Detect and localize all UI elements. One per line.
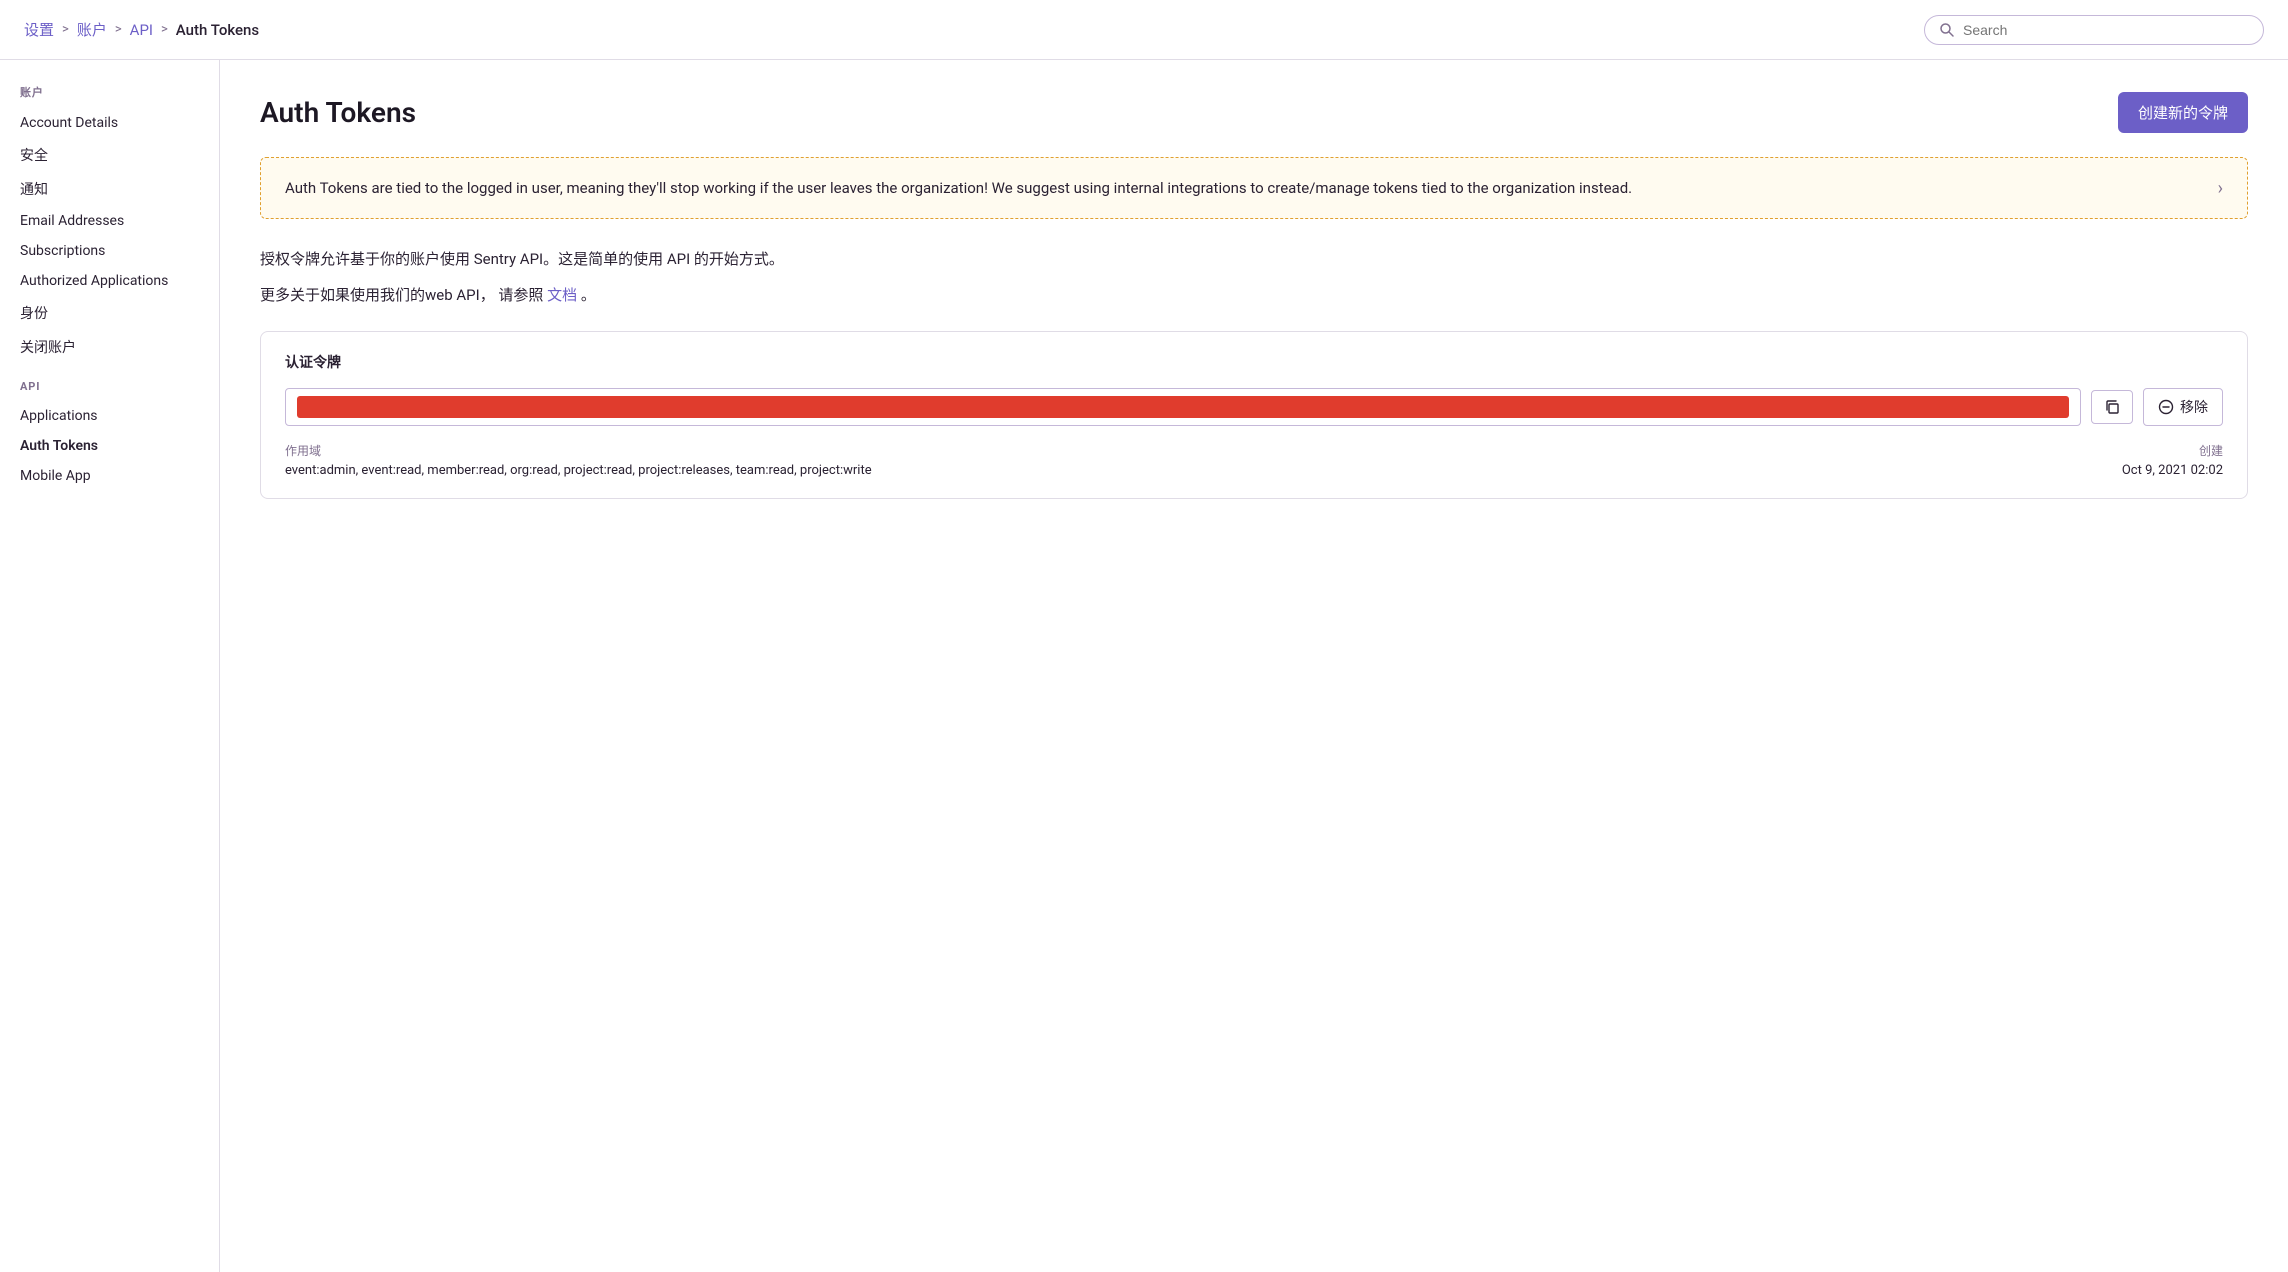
sidebar-item-authorized-applications[interactable]: Authorized Applications (0, 266, 219, 296)
search-input[interactable] (1963, 22, 2249, 38)
page-title: Auth Tokens (260, 96, 416, 129)
alert-chevron-icon: › (2218, 178, 2223, 199)
created-label: 创建 (2122, 442, 2223, 459)
scope-label: 作用域 (285, 442, 872, 459)
remove-icon (2158, 399, 2174, 415)
token-created-section: 创建 Oct 9, 2021 02:02 (2122, 442, 2223, 478)
main-content: Auth Tokens 创建新的令牌 Auth Tokens are tied … (220, 60, 2288, 1272)
breadcrumb-sep-2: > (115, 22, 122, 37)
remove-label: 移除 (2180, 397, 2208, 417)
docs-link[interactable]: 文档 (547, 286, 577, 304)
description-line2-suffix: 。 (581, 286, 596, 304)
token-card: 认证令牌 移除 (260, 331, 2248, 499)
sidebar-item-email-addresses[interactable]: Email Addresses (0, 206, 219, 236)
sidebar-item-account-details[interactable]: Account Details (0, 108, 219, 138)
breadcrumb: 设置 > 账户 > API > Auth Tokens (24, 19, 259, 40)
alert-text: Auth Tokens are tied to the logged in us… (285, 176, 2206, 200)
sidebar-item-identity[interactable]: 身份 (0, 296, 219, 330)
description-line2: 更多关于如果使用我们的web API， 请参照 文档 。 (260, 283, 2248, 307)
search-bar[interactable] (1924, 15, 2264, 45)
breadcrumb-sep-1: > (62, 22, 69, 37)
search-icon (1939, 22, 1955, 38)
sidebar-item-notifications[interactable]: 通知 (0, 172, 219, 206)
token-card-title: 认证令牌 (285, 352, 2223, 372)
breadcrumb-auth-tokens: Auth Tokens (176, 21, 259, 39)
sidebar-item-subscriptions[interactable]: Subscriptions (0, 236, 219, 266)
breadcrumb-settings[interactable]: 设置 (24, 19, 54, 40)
breadcrumb-sep-3: > (161, 22, 168, 37)
breadcrumb-account[interactable]: 账户 (77, 19, 107, 40)
description-line1: 授权令牌允许基于你的账户使用 Sentry API。这是简单的使用 API 的开… (260, 247, 2248, 271)
sidebar-item-close-account[interactable]: 关闭账户 (0, 330, 219, 364)
top-bar: 设置 > 账户 > API > Auth Tokens (0, 0, 2288, 60)
sidebar-item-applications[interactable]: Applications (0, 401, 219, 431)
token-input[interactable] (285, 388, 2081, 426)
copy-icon (2104, 399, 2120, 415)
sidebar-item-mobile-app[interactable]: Mobile App (0, 461, 219, 491)
token-scope-section: 作用域 event:admin, event:read, member:read… (285, 442, 872, 478)
token-row: 移除 (285, 388, 2223, 426)
remove-token-button[interactable]: 移除 (2143, 388, 2223, 426)
created-value: Oct 9, 2021 02:02 (2122, 463, 2223, 478)
sidebar-section-account-title: 账户 (0, 84, 219, 108)
breadcrumb-api[interactable]: API (130, 21, 153, 39)
layout: 账户 Account Details 安全 通知 Email Addresses… (0, 60, 2288, 1272)
token-input-wrapper (285, 388, 2081, 426)
alert-box[interactable]: Auth Tokens are tied to the logged in us… (260, 157, 2248, 219)
create-token-button[interactable]: 创建新的令牌 (2118, 92, 2248, 133)
scope-value: event:admin, event:read, member:read, or… (285, 463, 872, 478)
token-meta: 作用域 event:admin, event:read, member:read… (285, 442, 2223, 478)
sidebar-section-api-title: API (0, 380, 219, 401)
sidebar: 账户 Account Details 安全 通知 Email Addresses… (0, 60, 220, 1272)
sidebar-item-security[interactable]: 安全 (0, 138, 219, 172)
copy-token-button[interactable] (2091, 390, 2133, 424)
sidebar-item-auth-tokens[interactable]: Auth Tokens (0, 431, 219, 461)
description-line2-prefix: 更多关于如果使用我们的web API， 请参照 (260, 286, 543, 304)
page-header: Auth Tokens 创建新的令牌 (260, 92, 2248, 133)
